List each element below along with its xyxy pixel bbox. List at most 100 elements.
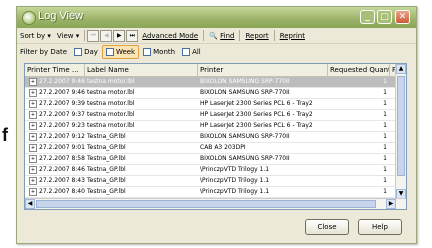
cell-printer-time: +27.2.2007 9:01 <box>25 143 85 153</box>
cell-printer-time: +27.2.2007 9:46 <box>25 88 85 98</box>
cell-printer: \PrinczpVTD Trilogy 1.1 <box>200 166 270 173</box>
scroll-right-icon[interactable]: ▶ <box>386 199 396 209</box>
cell-pr <box>390 209 406 210</box>
help-button[interactable]: Help <box>358 219 402 235</box>
toolbar-separator <box>239 30 241 41</box>
close-button[interactable]: Close <box>305 219 349 235</box>
view-label: View <box>56 31 74 40</box>
cell-label-name: Label1.lbl <box>85 209 198 210</box>
maximize-button[interactable]: □ <box>377 10 392 24</box>
expand-row-icon[interactable]: + <box>29 78 37 86</box>
cell-printer: HP LaserJet 2300 Series PCL 6 - Tray2 <box>200 122 313 129</box>
filter-week-label: Week <box>115 47 136 56</box>
cell-requested-quantity: 1 <box>383 188 387 195</box>
window-title: Log View <box>38 10 84 22</box>
cell-requested-quantity: 1 <box>328 209 390 210</box>
cell-printer: BIXOLON SAMSUNG SRP-770II <box>198 209 328 210</box>
expand-row-icon[interactable]: + <box>29 89 37 97</box>
horizontal-scrollbar[interactable]: ◀ ▶ <box>25 198 406 209</box>
cell-requested-quantity: 1 <box>383 144 387 151</box>
cell-printer-time: +27.2.2007 8:58 <box>25 154 85 164</box>
cell-printer-time-text: 27.2.2007 8:46 <box>39 166 85 173</box>
vertical-scroll-thumb[interactable] <box>397 76 405 176</box>
table-row[interactable]: +27.2.2007 8:21Label1.lblBIXOLON SAMSUNG… <box>25 209 406 210</box>
cell-label-name: Testna_GP.lbl <box>87 188 126 195</box>
scroll-up-icon[interactable]: ▲ <box>396 64 406 74</box>
expand-row-icon[interactable]: + <box>29 155 37 163</box>
cell-label-name: Testna_GP.lbl <box>87 166 126 173</box>
expand-row-icon[interactable]: + <box>29 122 37 130</box>
cell-label-name: testna motor.lbl <box>87 89 135 96</box>
cell-printer-time-text: 27.2.2007 9:46 <box>39 89 85 96</box>
table-row[interactable]: +27.2.2007 9:01 Testna_GP.lbl CAB A3 203DP… <box>25 143 406 154</box>
horizontal-scroll-thumb[interactable] <box>36 200 376 208</box>
dropdown-arrow-icon: ▾ <box>45 31 51 40</box>
magnifier-icon: 🔍 <box>209 31 221 40</box>
expand-row-icon[interactable]: + <box>29 188 37 196</box>
table-row[interactable]: +27.2.2007 9:37 testna motor.lbl HP LaserJ… <box>25 110 406 121</box>
log-grid[interactable]: Printer Time ... Label Name Printer Requ… <box>24 63 407 210</box>
expand-row-icon[interactable]: + <box>29 100 37 108</box>
cell-printer: HP LaserJet 2300 Series PCL 6 - Tray2 <box>200 111 313 118</box>
last-record-button[interactable]: ⏭ <box>126 29 139 42</box>
filter-all-button[interactable]: All <box>179 46 204 58</box>
cell-printer: BIXOLON SAMSUNG SRP-770II <box>200 78 290 85</box>
filter-by-date-label: Filter by Date <box>20 47 68 56</box>
cell-printer-time-text: 27.2.2007 8:43 <box>39 177 85 184</box>
log-view-window: Log View _ □ ✕ Sort by ▾ View ▾ ⏮ ◀ ▶ ⏭ … <box>16 6 417 244</box>
previous-record-button[interactable]: ◀ <box>100 29 113 42</box>
cell-printer-time-text: 27.2.2007 9:39 <box>39 100 85 107</box>
calendar-icon <box>74 47 83 56</box>
filter-day-label: Day <box>84 47 98 56</box>
cell-label-name: Testna_GP.lbl <box>87 177 126 184</box>
cell-printer-time: +27.2.2007 8:43 <box>25 176 85 186</box>
report-button[interactable]: Report <box>242 32 271 40</box>
calendar-icon <box>182 47 191 56</box>
close-window-button[interactable]: ✕ <box>395 10 410 24</box>
toolbar-separator <box>203 30 205 41</box>
table-row[interactable]: +27.2.2007 8:43 Testna_GP.lbl \PrinczpVTD … <box>25 176 406 187</box>
table-row[interactable]: +27.2.2007 9:46 testna motor.lbl BIXOLON S… <box>25 77 406 88</box>
filter-month-button[interactable]: Month <box>140 46 178 58</box>
column-header-requested-quantity[interactable]: Requested Quantity <box>328 64 390 76</box>
cell-printer-time: +27.2.2007 8:40 <box>25 187 85 197</box>
first-record-button[interactable]: ⏮ <box>87 29 100 42</box>
table-row[interactable]: +27.2.2007 9:23 testna motor.lbl HP LaserJ… <box>25 121 406 132</box>
cell-printer-time: +27.2.2007 8:46 <box>25 165 85 175</box>
table-row[interactable]: +27.2.2007 8:40 Testna_GP.lbl \PrinczpVTD … <box>25 187 406 198</box>
expand-row-icon[interactable]: + <box>29 177 37 185</box>
cell-label-name: testna motor.lbl <box>87 122 135 129</box>
vertical-scrollbar[interactable]: ▲ ▼ <box>395 64 406 209</box>
reprint-button[interactable]: Reprint <box>277 32 308 40</box>
expand-row-icon[interactable]: + <box>29 111 37 119</box>
title-bar[interactable]: Log View _ □ ✕ <box>17 7 416 28</box>
find-button[interactable]: 🔍 Find <box>206 32 237 40</box>
table-row[interactable]: +27.2.2007 9:39 testna motor.lbl HP LaserJ… <box>25 99 406 110</box>
advanced-mode-button[interactable]: Advanced Mode <box>139 32 201 40</box>
filter-day-button[interactable]: Day <box>71 46 101 58</box>
column-header-label-name[interactable]: Label Name <box>85 64 198 76</box>
table-row[interactable]: +27.2.2007 9:12 Testna_GP.lbl BIXOLON SAMS… <box>25 132 406 143</box>
toolbar-separator <box>273 30 275 41</box>
cell-label-name: Testna_GP.lbl <box>87 144 126 151</box>
calendar-icon <box>105 47 114 56</box>
expand-row-icon[interactable]: + <box>29 166 37 174</box>
column-header-printer-time[interactable]: Printer Time ... <box>25 64 85 76</box>
cell-requested-quantity: 1 <box>383 111 387 118</box>
next-record-button[interactable]: ▶ <box>113 29 126 42</box>
filter-week-button[interactable]: Week <box>101 44 140 59</box>
minimize-button[interactable]: _ <box>360 10 375 24</box>
table-row[interactable]: +27.2.2007 9:46 testna motor.lbl BIXOLON S… <box>25 88 406 99</box>
view-menu[interactable]: View ▾ <box>54 32 82 40</box>
column-header-printer[interactable]: Printer <box>198 64 328 76</box>
table-row[interactable]: +27.2.2007 8:58 Testna_GP.lbl BIXOLON SAMS… <box>25 154 406 165</box>
filter-month-label: Month <box>153 47 176 56</box>
expand-row-icon[interactable]: + <box>29 133 37 141</box>
cell-requested-quantity: 1 <box>383 155 387 162</box>
toolbar: Sort by ▾ View ▾ ⏮ ◀ ▶ ⏭ Advanced Mode 🔍… <box>17 28 416 44</box>
sort-by-menu[interactable]: Sort by ▾ <box>17 32 54 40</box>
expand-row-icon[interactable]: + <box>29 144 37 152</box>
background-text-fragment: f <box>2 125 8 145</box>
scroll-left-icon[interactable]: ◀ <box>25 199 35 209</box>
table-row[interactable]: +27.2.2007 8:46 Testna_GP.lbl \PrinczpVTD … <box>25 165 406 176</box>
